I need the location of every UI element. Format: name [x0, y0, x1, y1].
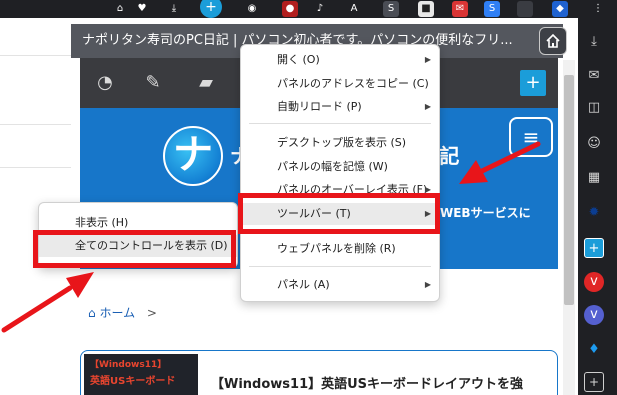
scrollbar-thumb[interactable] [564, 75, 574, 305]
menu-item-label: デスクトップ版を表示 (S) [277, 136, 407, 149]
feed-icon[interactable]: ◫ [584, 98, 604, 118]
extension-owl-icon[interactable]: ◉ [244, 1, 260, 17]
menu-separator [249, 266, 431, 267]
vivaldi-blue-icon[interactable]: v [584, 305, 604, 325]
menu-separator [249, 123, 431, 124]
panel-context-menu: 開く (O) ▶ パネルのアドレスをコピー (C) 自動リロード (P) ▶ デスク… [240, 44, 440, 302]
menu-item-label: パネルの幅を記憶 (W) [277, 160, 388, 173]
twitter-icon[interactable]: ♦ [584, 340, 604, 360]
extension-music-icon[interactable]: ♪ [312, 1, 328, 17]
calendar-icon[interactable]: ▦ [584, 168, 604, 188]
menu-item-label: パネル (A) [277, 278, 330, 291]
bookmark-icon[interactable]: ⌂ [112, 1, 128, 17]
menu-item-panel[interactable]: パネル (A) ▶ [241, 274, 439, 296]
download-icon[interactable]: ⤓ [584, 32, 604, 52]
contacts-icon[interactable]: ☺ [584, 134, 604, 154]
site-panel-icon[interactable]: + [584, 238, 604, 258]
extension-shield-icon[interactable]: ◆ [552, 1, 568, 17]
breadcrumb-separator: > [146, 306, 157, 320]
site-favicon-icon[interactable]: + [200, 0, 222, 18]
add-new-button[interactable]: + [520, 70, 546, 96]
comment-icon[interactable]: ▰ [193, 70, 219, 96]
extension-s-blue-icon[interactable]: S [484, 1, 500, 17]
home-icon [546, 33, 560, 48]
extension-ublock-icon[interactable]: ● [282, 1, 298, 17]
extension-square-icon[interactable]: ■ [418, 1, 434, 17]
extension-blank-icon[interactable] [517, 1, 533, 17]
page-divider [0, 124, 71, 125]
vivaldi-icon[interactable]: v [584, 272, 604, 292]
site-logo[interactable]: ナ [163, 126, 223, 186]
page-divider [0, 167, 71, 168]
hamburger-menu-button[interactable]: ≡ [509, 117, 553, 157]
breadcrumb-home-link[interactable]: ホーム [99, 306, 135, 320]
highlight-box [33, 230, 236, 268]
add-panel-icon[interactable]: + [584, 372, 604, 392]
menu-item-label: パネルのアドレスをコピー (C) [277, 77, 429, 90]
thumbnail-text: 英語USキーボード [90, 376, 176, 387]
heart-icon[interactable]: ♥ [134, 1, 150, 17]
more-menu-icon[interactable]: ⋮ [590, 1, 606, 17]
chevron-right-icon: ▶ [424, 102, 431, 111]
article-title[interactable]: 【Windows11】英語USキーボードレイアウトを強 [211, 373, 523, 392]
panel-home-button[interactable] [539, 27, 567, 55]
page-divider [0, 55, 71, 56]
brush-icon[interactable]: ✎ [140, 70, 166, 96]
mail-icon[interactable]: ✉ [584, 66, 604, 86]
speedometer-icon[interactable]: ◔ [92, 70, 118, 96]
hero-tagline: WEBサービスに [440, 206, 531, 220]
article-thumbnail[interactable]: 【Windows11】 英語USキーボード [84, 354, 198, 395]
menu-item-copy-address[interactable]: パネルのアドレスをコピー (C) [241, 73, 439, 95]
chevron-right-icon: ▶ [424, 55, 431, 64]
menu-item-delete-panel[interactable]: ウェブパネルを削除 (R) [241, 238, 439, 260]
menu-item-desktop-version[interactable]: デスクトップ版を表示 (S) [241, 132, 439, 154]
menu-item-label: 開く (O) [277, 53, 320, 66]
extension-mail-icon[interactable]: ✉ [452, 1, 468, 17]
highlight-box [238, 193, 440, 234]
menu-item-auto-reload[interactable]: 自動リロード (P) ▶ [241, 96, 439, 118]
home-icon: ⌂ [88, 306, 96, 320]
breadcrumb: ⌂ ホーム > [88, 304, 157, 321]
extension-a-icon[interactable]: A [346, 1, 362, 17]
extension-s-icon[interactable]: S [383, 1, 399, 17]
thumbnail-text: 【Windows11】 [90, 360, 167, 370]
browser-top-toolbar: ⌂ ♥ ⤓ + ◉ ● ♪ A S ■ ✉ S ◆ ⋮ [0, 0, 617, 18]
menu-item-open[interactable]: 開く (O) ▶ [241, 49, 439, 71]
menu-item-remember-width[interactable]: パネルの幅を記憶 (W) [241, 156, 439, 178]
menu-item-label: 非表示 (H) [75, 216, 129, 229]
download-icon[interactable]: ⤓ [166, 1, 182, 17]
chevron-right-icon: ▶ [424, 280, 431, 289]
menu-item-label: ウェブパネルを削除 (R) [277, 242, 396, 255]
menu-item-label: 自動リロード (P) [277, 100, 362, 113]
gear-icon[interactable]: ✹ [584, 203, 604, 223]
